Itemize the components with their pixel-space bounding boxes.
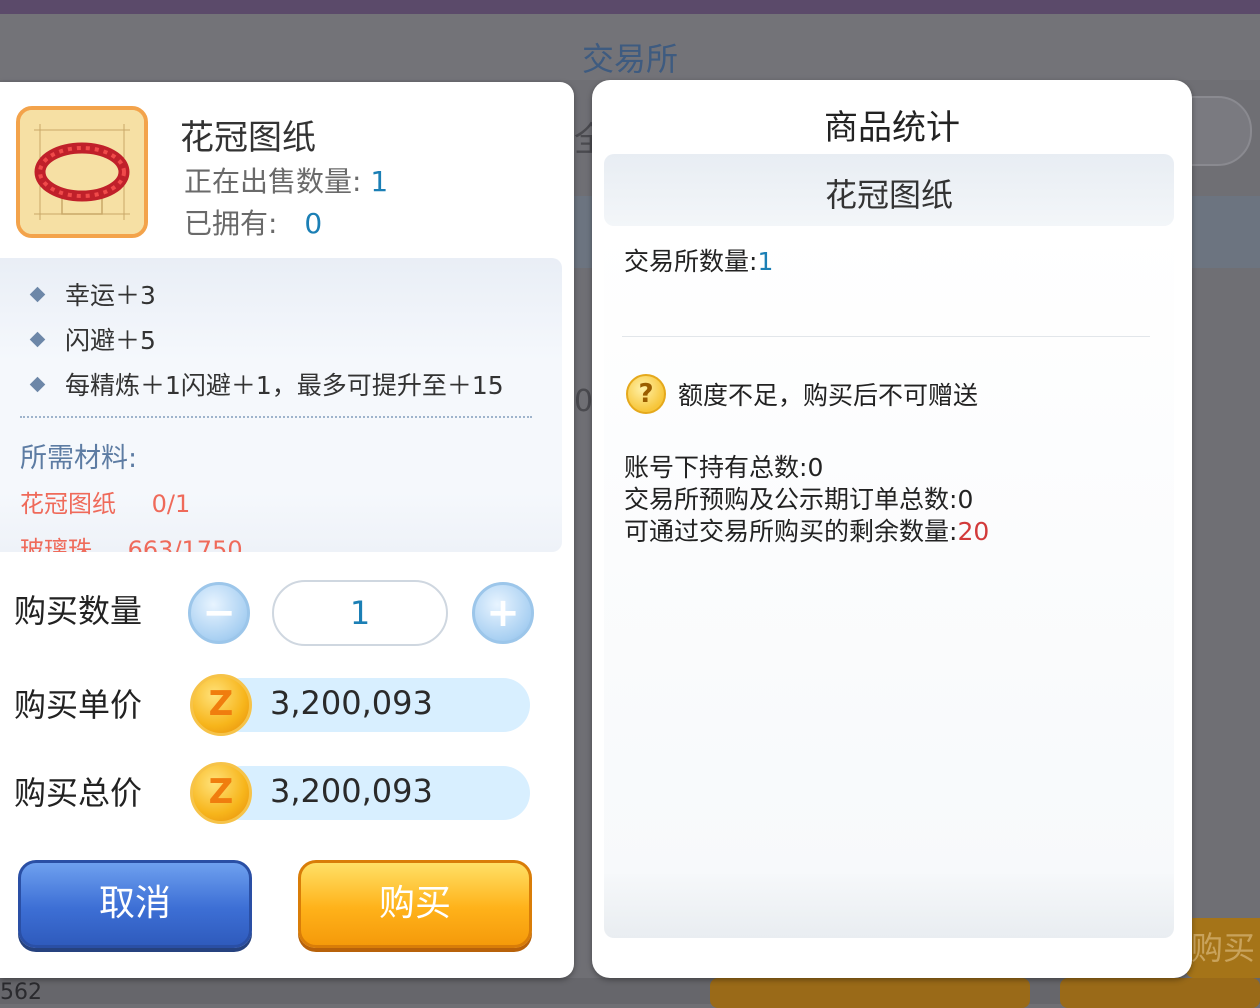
stat-text: 每精炼＋1闪避＋1，最多可提升至＋15 [65,371,504,400]
bullet-diamond-icon [29,331,46,347]
preorder-total-label: 交易所预购及公示期订单总数: [624,485,958,514]
on-sale-count: 正在出售数量: 1 [184,160,388,200]
total-price-field: 3,200,093 [214,766,530,820]
item-details-box[interactable]: 幸运＋3 闪避＋5 每精炼＋1闪避＋1，最多可提升至＋15 所需材料: 花冠图纸… [0,258,562,552]
material-name: 花冠图纸 [20,490,116,518]
material-row: 花冠图纸 0/1 [20,484,190,519]
item-thumbnail [16,106,148,238]
remaining-quantity-value: 20 [957,517,990,546]
exchange-quantity-value: 1 [757,247,774,276]
plus-icon: + [486,590,520,636]
divider [622,336,1150,337]
statistics-item-header: 花冠图纸 [604,154,1174,226]
coin-glyph: Z [208,684,234,725]
stat-row: 幸运＋3 [29,276,156,312]
cancel-button[interactable]: 取消 [18,860,252,948]
material-name: 玻璃珠 [20,536,92,552]
statistics-title: 商品统计 [824,108,960,148]
background-bottom-number: 562 [0,980,42,1005]
background-buy-button: 购买 [1186,918,1260,978]
statistics-footer [604,874,1174,938]
stat-text: 幸运＋3 [65,281,156,310]
statistics-item-name: 花冠图纸 [824,176,953,214]
on-sale-label: 正在出售数量: [184,165,362,198]
material-count: 663/1750 [127,536,243,552]
remaining-quantity: 可通过交易所购买的剩余数量:20 [624,512,989,548]
flower-crown-blueprint-icon [20,110,144,234]
coin-glyph: Z [208,772,234,813]
owned-count: 已拥有: 0 [184,202,322,242]
unit-price-value: 3,200,093 [270,684,433,722]
decrease-quantity-button[interactable]: − [188,582,250,644]
buy-button[interactable]: 购买 [298,860,532,948]
item-name: 花冠图纸 [180,118,316,158]
background-text-fragment: 0 [574,384,594,419]
zeny-coin-icon: Z [190,762,252,824]
remaining-quantity-label: 可通过交易所购买的剩余数量: [624,517,958,546]
owned-label: 已拥有: [184,207,278,240]
materials-title: 所需材料: [20,443,138,474]
purchase-panel: 花冠图纸 正在出售数量: 1 已拥有: 0 幸运＋3 闪避＋5 每精炼＋1闪避＋… [0,82,574,978]
stat-text: 闪避＋5 [65,326,156,355]
material-row: 玻璃珠 663/1750 [20,530,243,552]
account-total: 账号下持有总数:0 [624,448,823,484]
statistics-body [604,226,1174,876]
bullet-diamond-icon [29,376,46,392]
zeny-coin-icon: Z [190,674,252,736]
total-price-value: 3,200,093 [270,772,433,810]
preorder-total: 交易所预购及公示期订单总数:0 [624,480,973,516]
exchange-title: 交易所 [581,40,678,78]
minus-icon: − [202,590,236,636]
question-mark-icon[interactable]: ? [626,374,666,414]
unit-price-field: 3,200,093 [214,678,530,732]
quantity-input[interactable]: 1 [272,580,448,646]
background-top-strip [0,0,1260,14]
total-price-label: 购买总价 [14,774,143,812]
exchange-quantity: 交易所数量:1 [624,242,773,278]
exchange-quantity-label: 交易所数量: [624,247,758,276]
owned-value: 0 [304,207,323,240]
quantity-label: 购买数量 [14,592,143,630]
stat-row: 闪避＋5 [29,321,156,357]
account-total-value: 0 [807,453,824,482]
statistics-panel: 商品统计 花冠图纸 交易所数量:1 ? 额度不足，购买后不可赠送 账号下持有总数… [592,80,1192,978]
on-sale-value: 1 [370,165,389,198]
material-count: 0/1 [151,490,191,518]
increase-quantity-button[interactable]: + [472,582,534,644]
quota-warning: 额度不足，购买后不可赠送 [678,381,979,410]
unit-price-label: 购买单价 [14,686,143,724]
preorder-total-value: 0 [957,485,974,514]
account-total-label: 账号下持有总数: [624,453,808,482]
bullet-diamond-icon [29,286,46,302]
dotted-divider [20,416,532,418]
stat-row: 每精炼＋1闪避＋1，最多可提升至＋15 [29,366,504,402]
